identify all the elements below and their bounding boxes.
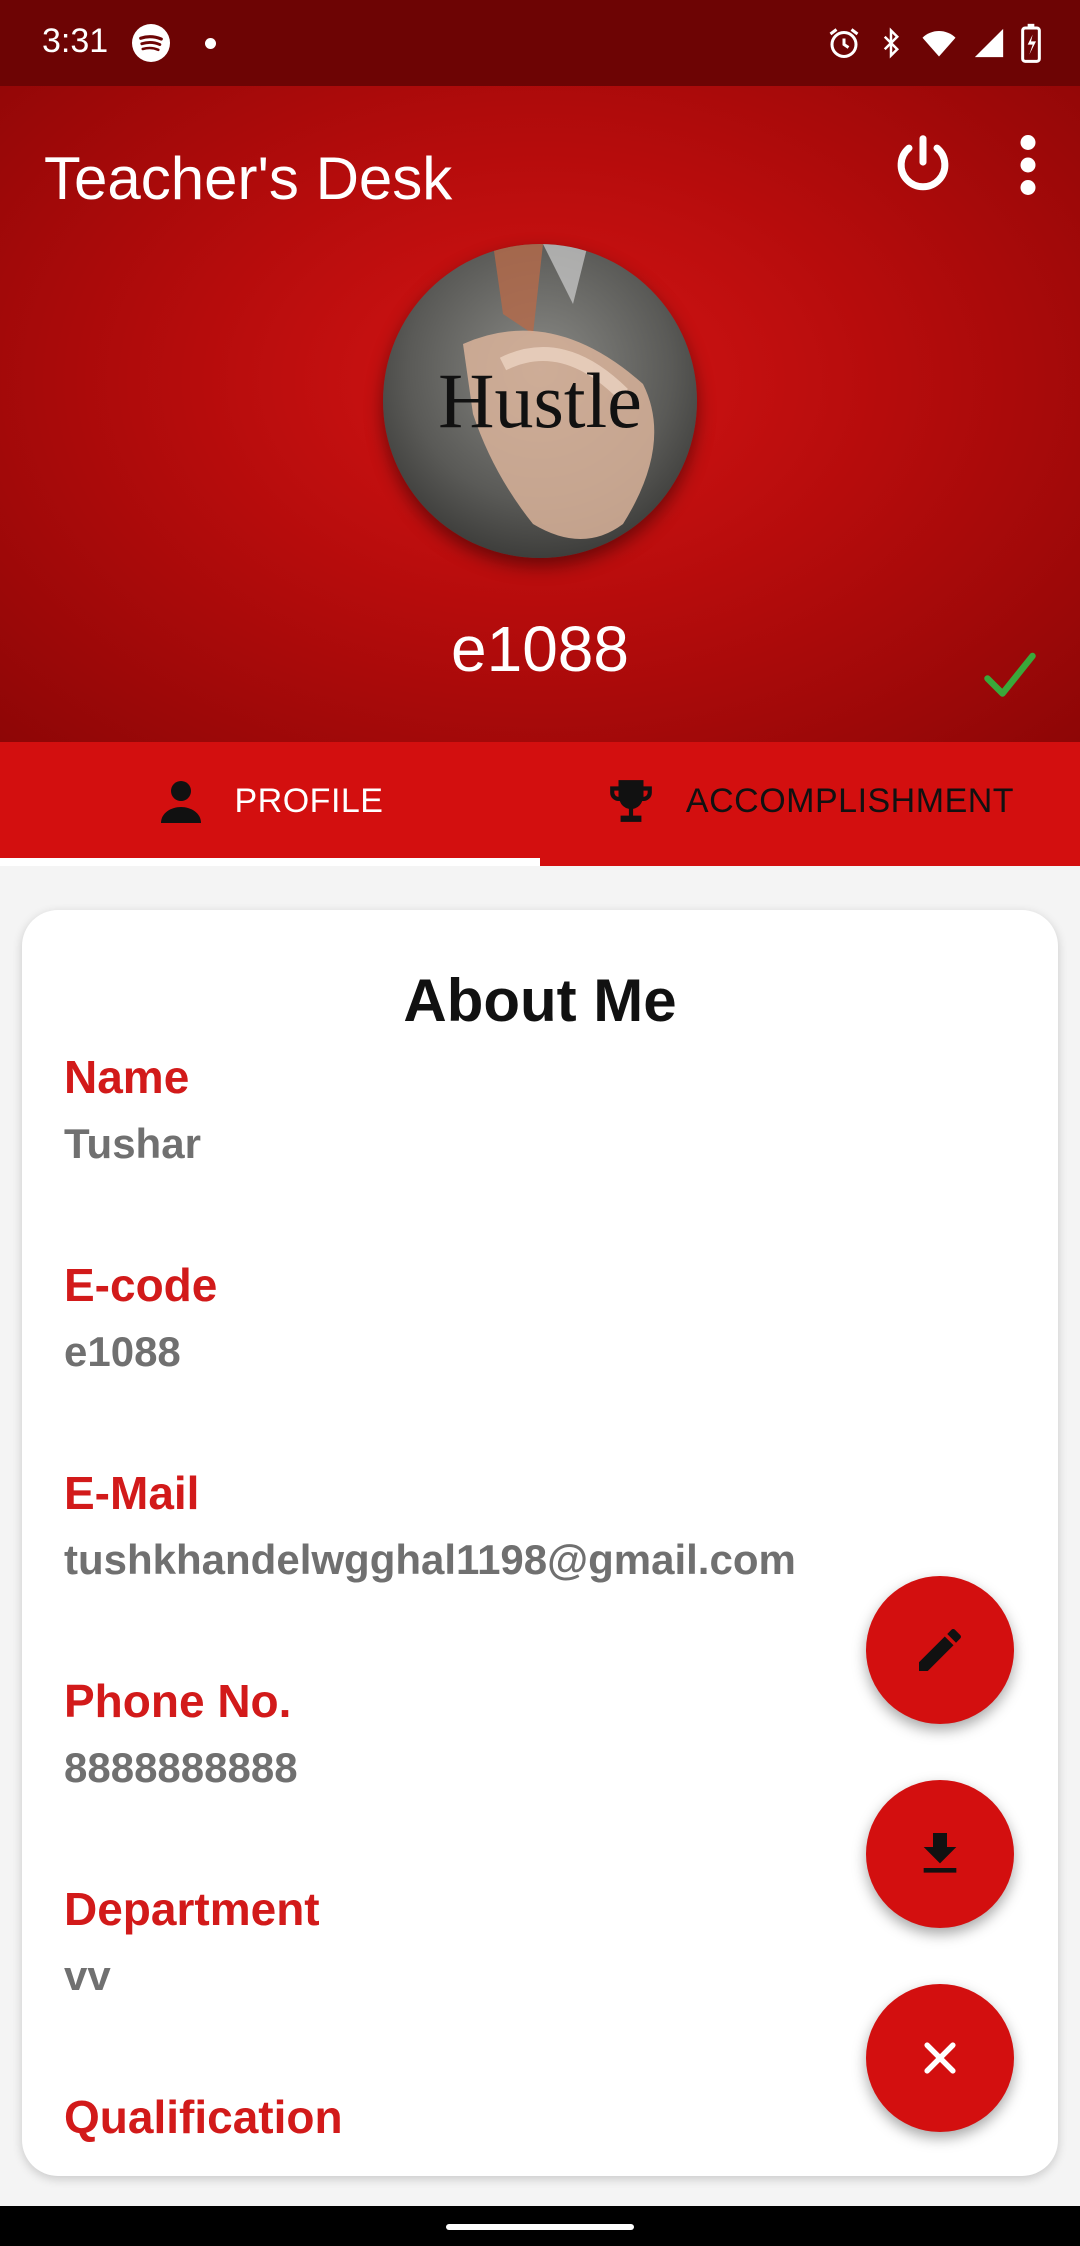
tab-profile[interactable]: PROFILE <box>0 742 540 860</box>
tab-accomplishment-label: ACCOMPLISHMENT <box>685 781 1015 820</box>
phone-label: Phone No. <box>64 1675 292 1727</box>
name-value: Tushar <box>64 1120 201 1167</box>
about-card: About Me Name Tushar E-code e1088 E-Mail… <box>22 910 1058 2176</box>
app-title: Teacher's Desk <box>44 145 453 212</box>
status-time: 3:31 <box>42 22 109 60</box>
person-icon <box>160 781 201 823</box>
ecode-label: E-code <box>64 1259 218 1311</box>
tab-indicator <box>0 858 540 866</box>
profile-username: e1088 <box>451 613 629 685</box>
spotify-icon <box>132 24 170 62</box>
edit-icon <box>919 1628 961 1671</box>
check-icon <box>984 652 1036 697</box>
system-icons <box>826 20 1042 66</box>
navigation-bar <box>0 2206 1080 2246</box>
qualification-label: Qualification <box>64 2091 343 2143</box>
battery-icon <box>1021 23 1041 63</box>
name-label: Name <box>64 1051 190 1103</box>
notification-dot <box>205 38 216 49</box>
department-value: vv <box>64 1952 111 1999</box>
signal-icon <box>974 28 1004 58</box>
tab-profile-label: PROFILE <box>234 781 384 820</box>
download-button[interactable] <box>866 1780 1014 1928</box>
ecode-value: e1088 <box>64 1328 181 1375</box>
email-label: E-Mail <box>64 1467 200 1519</box>
department-label: Department <box>64 1883 320 1935</box>
status-bar: 3:31 <box>0 0 1080 86</box>
tab-accomplishment[interactable]: ACCOMPLISHMENT <box>540 742 1080 860</box>
alarm-icon <box>829 28 859 58</box>
bluetooth-icon <box>883 27 900 59</box>
avatar-text: Hustle <box>438 364 642 444</box>
more-vert-icon[interactable] <box>1008 130 1048 200</box>
trophy-icon <box>610 780 652 822</box>
wifi-icon <box>922 31 956 57</box>
power-icon[interactable] <box>888 130 958 200</box>
tab-bar: PROFILE ACCOMPLISHMENT <box>0 742 1080 866</box>
avatar-caption: Hustle <box>438 364 642 444</box>
close-button[interactable] <box>866 1984 1014 2132</box>
close-icon <box>924 2042 956 2074</box>
download-icon <box>923 1833 957 1873</box>
phone-value: 8888888888 <box>64 1744 298 1791</box>
email-value: tushkhandelwgghal1198@gmail.com <box>64 1536 796 1583</box>
edit-button[interactable] <box>866 1576 1014 1724</box>
about-title: About Me <box>403 967 677 1034</box>
profile-header: Teacher's Desk Hustle e1088 <box>0 86 1080 742</box>
home-handle[interactable] <box>446 2224 634 2230</box>
